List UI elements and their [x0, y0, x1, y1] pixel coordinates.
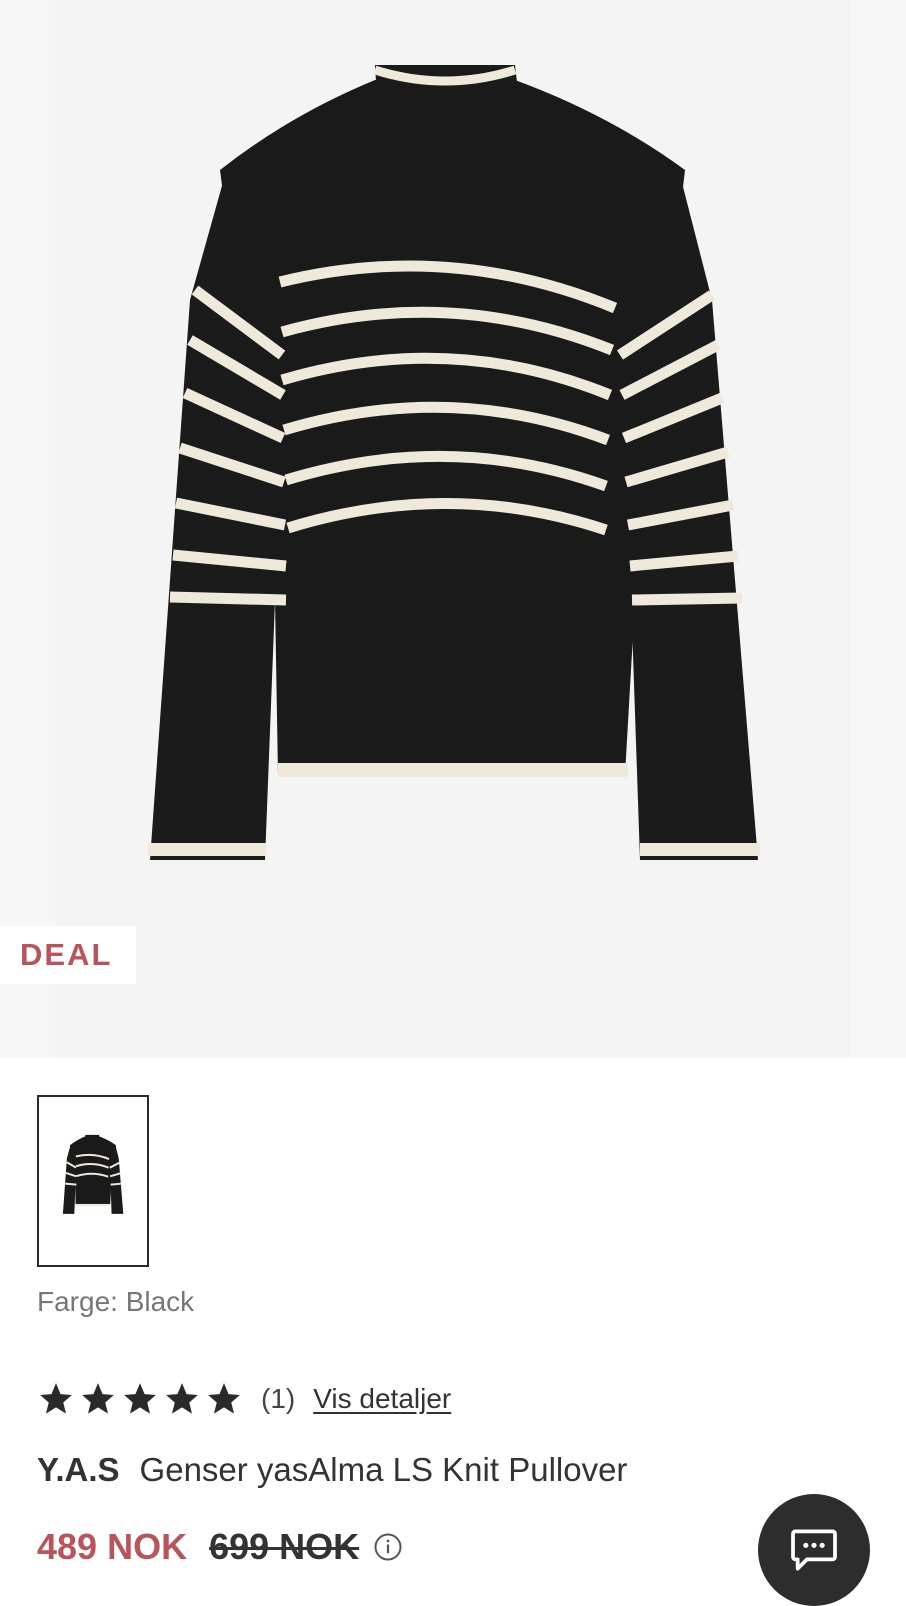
price-row: 489 NOK 699 NOK — [37, 1526, 403, 1568]
details-link[interactable]: Vis detaljer — [313, 1383, 451, 1415]
product-name: Genser yasAlma LS Knit Pullover — [139, 1451, 628, 1488]
rating-stars — [37, 1380, 243, 1418]
price-original: 699 NOK — [209, 1526, 360, 1567]
color-label: Farge: Black — [37, 1286, 195, 1317]
review-count: (1) — [261, 1383, 296, 1414]
brand-name[interactable]: Y.A.S — [37, 1451, 120, 1488]
product-thumbnail[interactable] — [37, 1095, 149, 1267]
thumbnail-sweater-image — [62, 1134, 124, 1214]
star-icon — [166, 1383, 198, 1414]
deal-badge: DEAL — [0, 926, 136, 984]
star-icon — [124, 1383, 156, 1414]
price-current: 489 NOK — [37, 1526, 188, 1567]
star-icon — [40, 1383, 72, 1414]
product-title: Y.A.S Genser yasAlma LS Knit Pullover — [37, 1451, 627, 1489]
chat-icon — [791, 1529, 837, 1571]
rating-row: (1) Vis detaljer — [37, 1376, 451, 1422]
sweater-image — [148, 65, 760, 860]
chat-button[interactable] — [758, 1494, 870, 1606]
star-icon — [82, 1383, 114, 1414]
info-icon[interactable] — [373, 1532, 403, 1562]
star-icon — [208, 1383, 240, 1414]
product-image-area[interactable]: DEAL — [0, 0, 906, 1058]
